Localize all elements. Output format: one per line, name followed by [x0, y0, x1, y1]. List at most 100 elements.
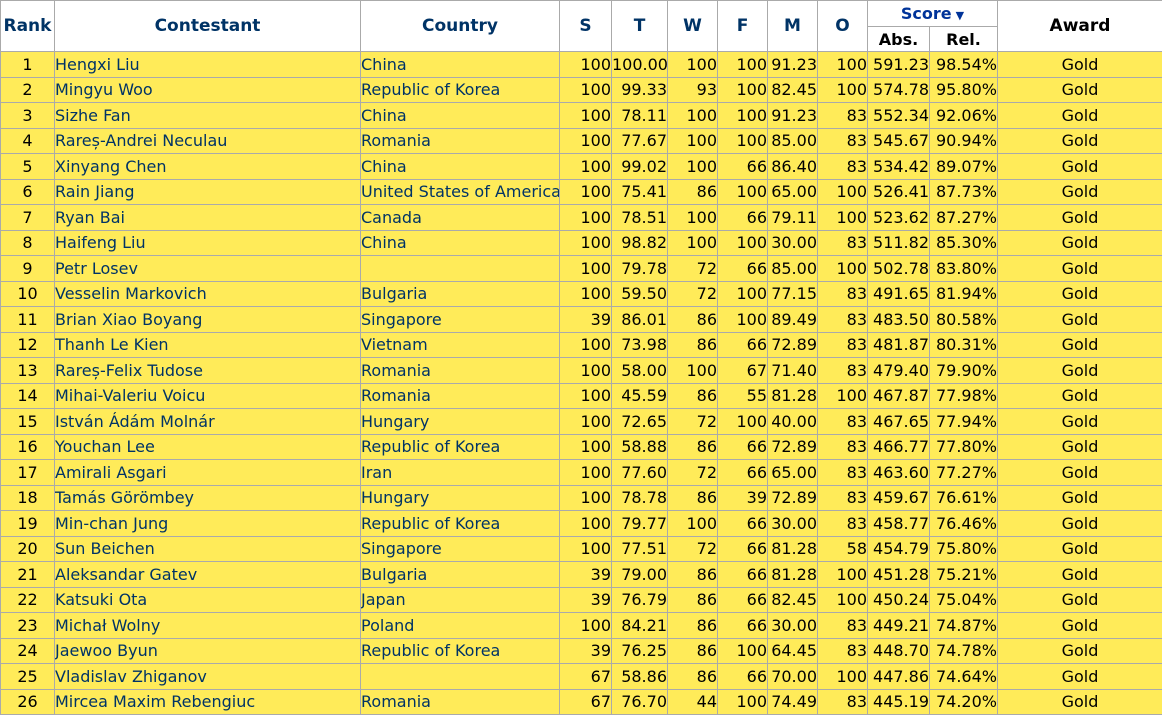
country-name[interactable]: Japan	[360, 586, 560, 613]
score-m: 77.15	[767, 280, 818, 307]
score-t: 77.51	[611, 535, 668, 562]
score-s: 100	[559, 76, 612, 103]
header-o[interactable]: O	[817, 0, 868, 52]
country-name[interactable]: Singapore	[360, 306, 560, 333]
country-name[interactable]: United States of America	[360, 178, 560, 205]
contestant-name[interactable]: Katsuki Ota	[54, 586, 361, 613]
score-s: 67	[559, 688, 612, 715]
contestant-name[interactable]: Aleksandar Gatev	[54, 561, 361, 588]
score-t: 78.51	[611, 204, 668, 231]
score-w: 100	[667, 153, 718, 180]
contestant-name[interactable]: Mircea Maxim Rebengiuc	[54, 688, 361, 715]
country-name[interactable]: Republic of Korea	[360, 637, 560, 664]
contestant-name[interactable]: Sizhe Fan	[54, 102, 361, 129]
score-m: 82.45	[767, 76, 818, 103]
score-s: 100	[559, 459, 612, 486]
score-f: 100	[717, 688, 768, 715]
country-name[interactable]: China	[360, 229, 560, 256]
score-f: 66	[717, 331, 768, 358]
score-s: 100	[559, 127, 612, 154]
header-m[interactable]: M	[767, 0, 818, 52]
score-m: 82.45	[767, 586, 818, 613]
contestant-name[interactable]: Xinyang Chen	[54, 153, 361, 180]
score-w: 86	[667, 382, 718, 409]
country-name[interactable]: China	[360, 102, 560, 129]
rank-cell: 15	[0, 408, 55, 435]
rank-cell: 9	[0, 255, 55, 282]
score-rel: 95.80%	[929, 76, 998, 103]
header-s[interactable]: S	[559, 0, 612, 52]
contestant-name[interactable]: Rain Jiang	[54, 178, 361, 205]
contestant-name[interactable]: Petr Losev	[54, 255, 361, 282]
header-f[interactable]: F	[717, 0, 768, 52]
contestant-name[interactable]: Jaewoo Byun	[54, 637, 361, 664]
contestant-name[interactable]: Thanh Le Kien	[54, 331, 361, 358]
rank-cell: 8	[0, 229, 55, 256]
contestant-name[interactable]: Hengxi Liu	[54, 51, 361, 78]
country-name[interactable]: Romania	[360, 127, 560, 154]
score-w: 100	[667, 510, 718, 537]
country-name[interactable]: Republic of Korea	[360, 433, 560, 460]
contestant-name[interactable]: Tamás Görömbey	[54, 484, 361, 511]
award-cell: Gold	[997, 382, 1162, 409]
country-name[interactable]: Romania	[360, 688, 560, 715]
score-abs: 448.70	[867, 637, 930, 664]
contestant-name[interactable]: Rareș-Felix Tudose	[54, 357, 361, 384]
score-o: 83	[817, 102, 868, 129]
score-s: 100	[559, 331, 612, 358]
contestant-name[interactable]: Mingyu Woo	[54, 76, 361, 103]
country-name[interactable]: Hungary	[360, 484, 560, 511]
contestant-name[interactable]: Michał Wolny	[54, 612, 361, 639]
contestant-name[interactable]: Mihai-Valeriu Voicu	[54, 382, 361, 409]
header-w[interactable]: W	[667, 0, 718, 52]
award-cell: Gold	[997, 586, 1162, 613]
rank-cell: 7	[0, 204, 55, 231]
contestant-name[interactable]: Vesselin Markovich	[54, 280, 361, 307]
contestant-name[interactable]: Haifeng Liu	[54, 229, 361, 256]
score-t: 76.25	[611, 637, 668, 664]
score-w: 100	[667, 204, 718, 231]
country-name[interactable]: China	[360, 153, 560, 180]
country-name[interactable]: Hungary	[360, 408, 560, 435]
score-rel: 74.64%	[929, 663, 998, 690]
contestant-name[interactable]: Youchan Lee	[54, 433, 361, 460]
country-name[interactable]: Bulgaria	[360, 280, 560, 307]
contestant-name[interactable]: Sun Beichen	[54, 535, 361, 562]
table-row: 7 Ryan Bai Canada 100 78.51 100 66 79.11 100 523.…	[0, 204, 1162, 231]
country-name[interactable]: Vietnam	[360, 331, 560, 358]
contestant-name[interactable]: István Ádám Molnár	[54, 408, 361, 435]
header-rank[interactable]: Rank	[0, 0, 55, 52]
contestant-name[interactable]: Amirali Asgari	[54, 459, 361, 486]
country-name[interactable]: Romania	[360, 382, 560, 409]
contestant-name[interactable]: Rareș-Andrei Neculau	[54, 127, 361, 154]
header-t[interactable]: T	[611, 0, 668, 52]
country-name[interactable]: Republic of Korea	[360, 510, 560, 537]
header-contestant[interactable]: Contestant	[54, 0, 361, 52]
score-s: 100	[559, 153, 612, 180]
score-m: 71.40	[767, 357, 818, 384]
country-name[interactable]: Singapore	[360, 535, 560, 562]
contestant-name[interactable]: Ryan Bai	[54, 204, 361, 231]
contestant-name[interactable]: Vladislav Zhiganov	[54, 663, 361, 690]
score-s: 67	[559, 663, 612, 690]
country-name[interactable]: Canada	[360, 204, 560, 231]
score-abs: 545.67	[867, 127, 930, 154]
header-score[interactable]: Score ▼	[867, 0, 998, 27]
contestant-name[interactable]: Brian Xiao Boyang	[54, 306, 361, 333]
country-name[interactable]: Romania	[360, 357, 560, 384]
score-f: 100	[717, 102, 768, 129]
country-name[interactable]: Poland	[360, 612, 560, 639]
rank-cell: 13	[0, 357, 55, 384]
table-row: 4 Rareș-Andrei Neculau Romania 100 77.67 100 1…	[0, 127, 1162, 154]
score-f: 66	[717, 535, 768, 562]
score-o: 83	[817, 331, 868, 358]
country-name[interactable]: China	[360, 51, 560, 78]
score-w: 86	[667, 178, 718, 205]
contestant-name[interactable]: Min-chan Jung	[54, 510, 361, 537]
country-name[interactable]: Bulgaria	[360, 561, 560, 588]
header-country[interactable]: Country	[360, 0, 560, 52]
country-name[interactable]: Republic of Korea	[360, 76, 560, 103]
score-f: 66	[717, 204, 768, 231]
country-name[interactable]: Iran	[360, 459, 560, 486]
score-rel: 74.20%	[929, 688, 998, 715]
